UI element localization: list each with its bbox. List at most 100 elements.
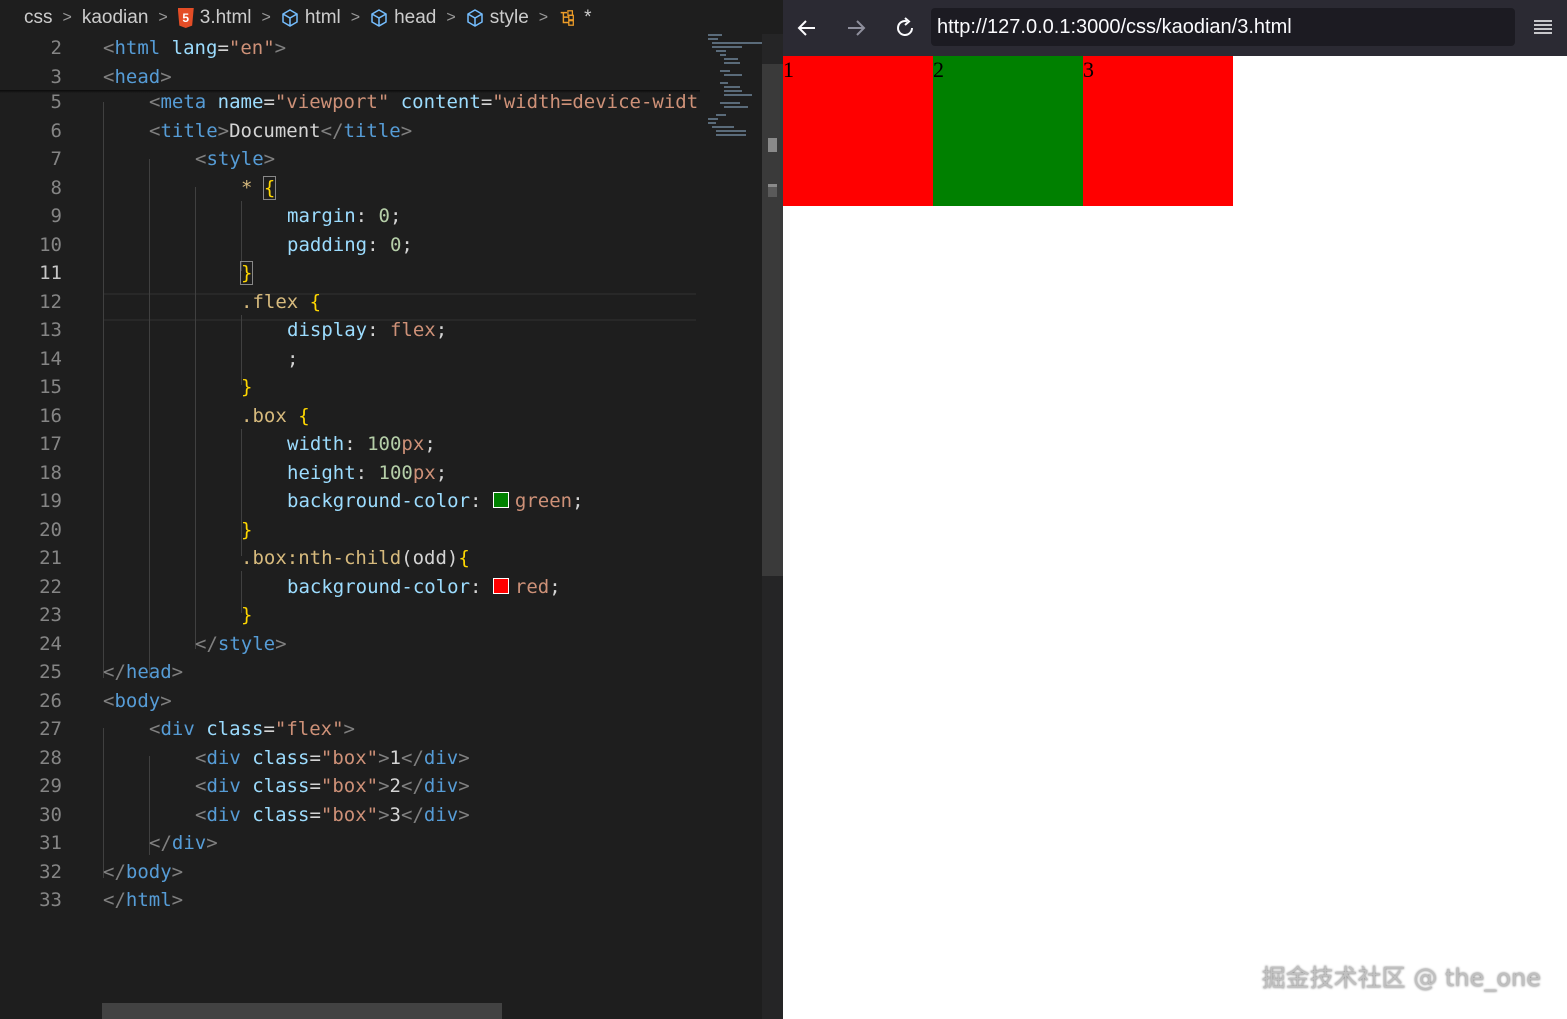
code-line: 19 background-color: green; [0,487,700,515]
line-number: 9 [50,205,62,227]
code-line: 29 <div class="box">2</div> [0,772,700,800]
back-button[interactable] [791,12,823,44]
scroll-marker [768,138,777,152]
line-text: padding: 0; [287,234,413,256]
line-text: <title>Document</title> [149,120,413,142]
code-line: 3 <head> [0,63,700,91]
line-number: 10 [39,234,62,256]
code-line: 10 padding: 0; [0,231,700,259]
chevron-right-icon: > [350,9,361,26]
line-text: </body> [103,861,184,883]
line-number: 7 [50,148,62,170]
horizontal-scrollbar[interactable] [102,1003,502,1019]
line-number: 33 [39,889,62,911]
menu-button[interactable] [1527,12,1559,44]
line-text: } [241,376,253,398]
breadcrumb-item-kaodian[interactable]: kaodian [82,7,149,29]
code-area[interactable]: 2 <html lang="en"> 3 <head> 5 <meta name="v… [0,34,700,1019]
line-number: 30 [39,804,62,826]
page-viewport: 1 2 3 [783,56,1567,1019]
line-number: 25 [39,661,62,683]
code-line: 27 <div class="flex"> [0,715,700,743]
code-line: 33 </html> [0,886,700,914]
watermark: 掘金技术社区 @ the_one [1261,964,1541,992]
breadcrumb-item-style[interactable]: style [466,7,529,29]
url-text: http://127.0.0.1:3000/css/kaodian/3.html [937,16,1292,38]
color-swatch-red[interactable] [492,578,509,594]
code-line: 32 </body> [0,858,700,886]
line-number: 28 [39,747,62,769]
line-number: 20 [39,519,62,541]
line-text: .box { [241,405,310,427]
code-line: 28 <div class="box">1</div> [0,744,700,772]
flex-container: 1 2 3 [783,56,1567,206]
cube-icon [466,9,483,27]
browser-toolbar: http://127.0.0.1:3000/css/kaodian/3.html [783,0,1567,56]
breadcrumb-item-head[interactable]: head [370,7,436,29]
code-line: 2 <html lang="en"> [0,34,700,62]
minimap[interactable] [700,34,762,1019]
reload-icon [897,17,913,36]
url-bar[interactable]: http://127.0.0.1:3000/css/kaodian/3.html [931,8,1515,46]
line-number: 13 [39,319,62,341]
line-number: 5 [50,91,62,113]
line-number: 19 [39,490,62,512]
chevron-right-icon: > [446,9,456,26]
line-number: 22 [39,576,62,598]
code-line: 22 background-color: red; [0,573,700,601]
line-text: display: flex; [287,319,448,341]
code-line: 18 height: 100px; [0,459,700,487]
code-line: 21 .box:nth-child(odd){ [0,544,700,572]
selector-symbol-icon [560,10,575,26]
breadcrumb-item-html[interactable]: html [281,7,341,29]
chevron-right-icon: > [62,9,72,26]
line-text: .box:nth-child(odd){ [241,547,470,569]
line-number: 23 [39,604,62,626]
line-number: 17 [39,433,62,455]
code-line: 31 </div> [0,829,700,857]
line-text: <div class="box">3</div> [195,804,470,826]
code-line: 15} [0,373,700,401]
code-line: 9 margin: 0; [0,202,700,230]
arrow-right-icon [848,20,866,36]
line-text: * { [241,176,277,200]
line-number: 32 [39,861,62,883]
line-text: </head> [103,661,184,683]
line-number: 26 [39,690,62,712]
breadcrumb-item-file[interactable]: 5 3.html [177,7,252,29]
chevron-right-icon: > [158,9,168,26]
forward-button[interactable] [840,12,872,44]
code-line: 17 width: 100px; [0,430,700,458]
line-text: <body> [103,690,172,712]
code-line: 5 <meta name="viewport" content="width=de… [0,88,700,116]
code-line: 26 <body> [0,687,700,715]
line-text: width: 100px; [287,433,436,455]
code-line: 20} [0,516,700,544]
line-number: 11 [39,262,62,284]
color-swatch-green[interactable] [492,492,509,508]
line-number: 2 [50,37,62,59]
breadcrumb-item-css[interactable]: css [24,7,53,29]
line-text: <div class="flex"> [149,718,355,740]
code-line: 7 <style> [0,145,700,173]
line-text: background-color: green; [287,490,584,512]
box-2: 2 [933,56,1083,206]
line-number: 12 [39,291,62,313]
box-3: 3 [1083,56,1233,206]
code-editor[interactable]: css > kaodian > 5 3.html > html > head >… [0,0,783,1019]
line-text: </div> [149,832,218,854]
line-text: ; [287,348,299,370]
code-line: 8 * { [0,174,700,202]
line-number: 31 [39,832,62,854]
reload-button[interactable] [889,12,921,44]
line-number: 3 [50,66,62,88]
code-line: 30 <div class="box">3</div> [0,801,700,829]
vertical-scrollbar[interactable] [762,34,783,1019]
line-number: 24 [39,633,62,655]
line-text: } [241,519,253,541]
breadcrumb-item-selector[interactable]: * [558,7,592,29]
line-number: 27 [39,718,62,740]
line-text: <div class="box">1</div> [195,747,470,769]
code-line: 12 .flex { [0,288,700,316]
line-text: height: 100px; [287,462,448,484]
